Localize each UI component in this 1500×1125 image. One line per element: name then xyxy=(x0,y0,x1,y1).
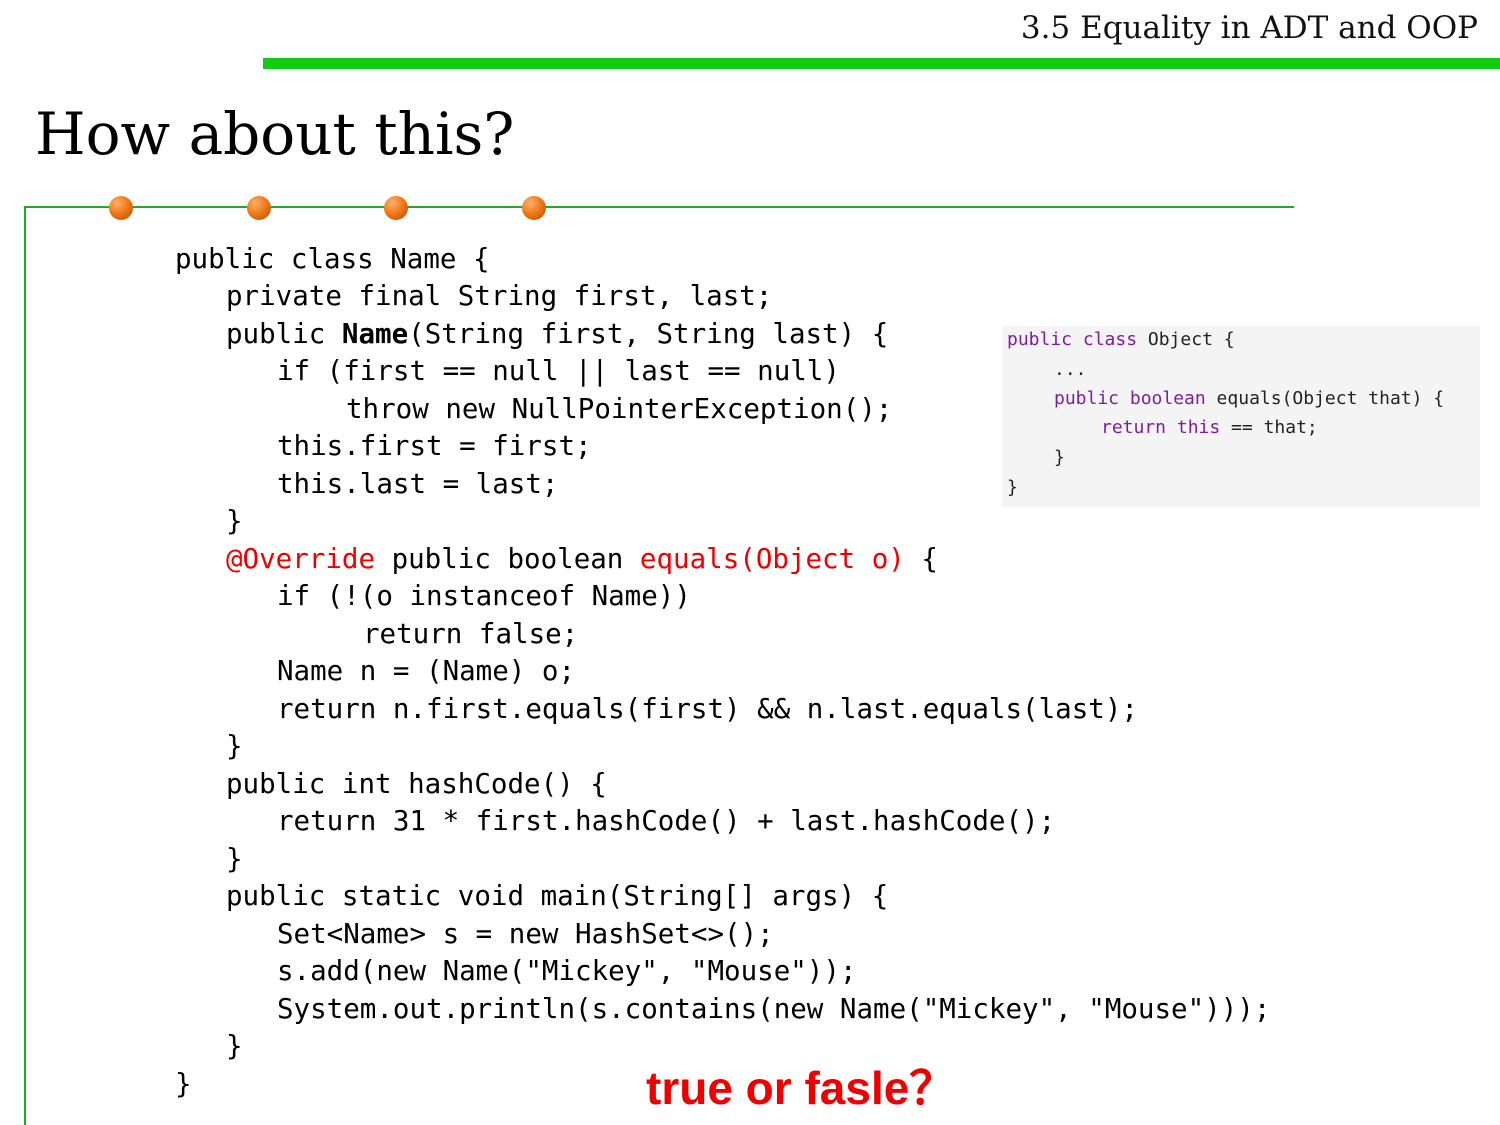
code-line: s.add(new Name("Mickey", "Mouse")); xyxy=(277,955,857,987)
snippet-line: ... xyxy=(1054,359,1087,380)
override-annotation: @Override xyxy=(226,543,376,575)
bullet-dot xyxy=(247,196,271,220)
code-line: Name n = (Name) o; xyxy=(277,655,576,687)
snippet-line: public class Object { xyxy=(1007,329,1235,350)
code-line: Set<Name> s = new HashSet<>(); xyxy=(277,918,774,950)
code-line: return 31 * first.hashCode() + last.hash… xyxy=(277,805,1056,837)
object-equals-snippet: public class Object { ... public boolean… xyxy=(1002,326,1480,507)
snippet-line: } xyxy=(1007,477,1018,498)
code-line: } xyxy=(226,1030,243,1062)
code-line: public Name(String first, String last) { xyxy=(226,318,889,350)
frame-left-line xyxy=(24,206,26,1125)
code-line: public int hashCode() { xyxy=(226,768,607,800)
code-line: throw new NullPointerException(); xyxy=(346,393,893,425)
header-title: 3.5 Equality in ADT and OOP xyxy=(1020,10,1478,46)
header-bar xyxy=(263,58,1500,69)
code-line: @Override public boolean equals(Object o… xyxy=(226,543,938,575)
code-line: } xyxy=(226,730,243,762)
code-line: private final String first, last; xyxy=(226,280,773,312)
frame-top-line xyxy=(24,206,1294,208)
code-line: public class Name { xyxy=(175,243,490,275)
snippet-line: public boolean equals(Object that) { xyxy=(1054,388,1445,409)
bullet-dot xyxy=(384,196,408,220)
code-line: System.out.println(s.contains(new Name("… xyxy=(277,993,1271,1025)
code-line: this.first = first; xyxy=(277,430,592,462)
snippet-line: return this == that; xyxy=(1101,417,1318,438)
code-line: return n.first.equals(first) && n.last.e… xyxy=(277,693,1138,725)
constructor-name: Name xyxy=(341,318,409,350)
bullet-dot xyxy=(109,196,133,220)
code-line: if (first == null || last == null) xyxy=(277,355,840,387)
code-line: } xyxy=(226,505,243,537)
snippet-line: } xyxy=(1054,447,1065,468)
slide-title: How about this? xyxy=(35,100,515,168)
code-line: public static void main(String[] args) { xyxy=(226,880,889,912)
code-line: return false; xyxy=(363,618,579,650)
bullet-dot xyxy=(522,196,546,220)
code-line: if (!(o instanceof Name)) xyxy=(277,580,691,612)
code-line: } xyxy=(175,1068,192,1100)
code-line: } xyxy=(226,843,243,875)
equals-signature: equals(Object o) xyxy=(639,543,905,575)
code-line: this.last = last; xyxy=(277,468,559,500)
answer-prompt: true or fasle？ xyxy=(646,1062,956,1114)
